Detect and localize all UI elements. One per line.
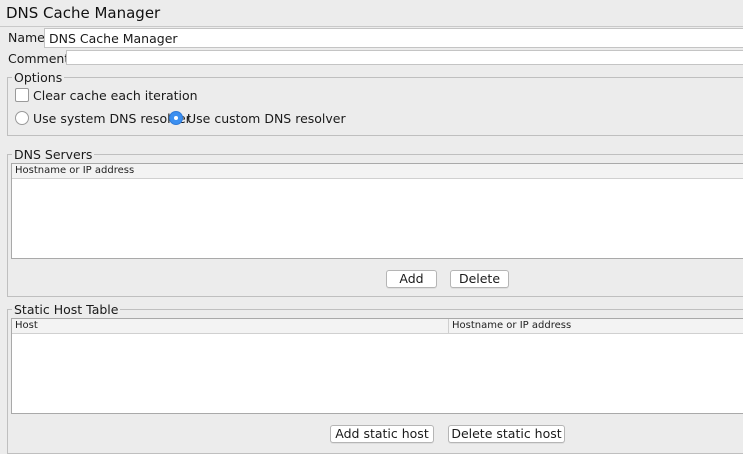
options-group: Options bbox=[7, 70, 743, 136]
add-button[interactable]: Add bbox=[386, 270, 437, 288]
dns-servers-legend: DNS Servers bbox=[14, 147, 93, 162]
clear-cache-label: Clear cache each iteration bbox=[33, 88, 198, 103]
custom-resolver-label: Use custom DNS resolver bbox=[187, 111, 346, 126]
system-resolver-radio[interactable] bbox=[15, 111, 29, 125]
static-host-table[interactable]: Host Hostname or IP address bbox=[11, 318, 743, 414]
custom-resolver-radio[interactable] bbox=[169, 111, 183, 125]
column-header-host[interactable]: Host bbox=[12, 319, 448, 333]
system-resolver-label: Use system DNS resolver bbox=[33, 111, 191, 126]
comments-field[interactable] bbox=[66, 50, 743, 65]
name-label: Name: bbox=[8, 30, 50, 45]
column-header-hostname[interactable]: Hostname or IP address bbox=[12, 164, 743, 178]
dns-servers-table[interactable]: Hostname or IP address bbox=[11, 163, 743, 259]
delete-static-host-button[interactable]: Delete static host bbox=[448, 425, 565, 443]
column-header-hostname-ip[interactable]: Hostname or IP address bbox=[448, 319, 743, 333]
options-legend: Options bbox=[14, 70, 63, 85]
dns-servers-table-header: Hostname or IP address bbox=[12, 164, 743, 179]
clear-cache-checkbox[interactable] bbox=[15, 88, 29, 102]
static-host-table-header: Host Hostname or IP address bbox=[12, 319, 743, 334]
page-title: DNS Cache Manager bbox=[6, 4, 161, 22]
delete-button[interactable]: Delete bbox=[450, 270, 509, 288]
title-divider bbox=[0, 26, 743, 27]
name-field[interactable]: DNS Cache Manager bbox=[44, 28, 743, 48]
add-static-host-button[interactable]: Add static host bbox=[330, 425, 434, 443]
static-host-legend: Static Host Table bbox=[14, 302, 119, 317]
